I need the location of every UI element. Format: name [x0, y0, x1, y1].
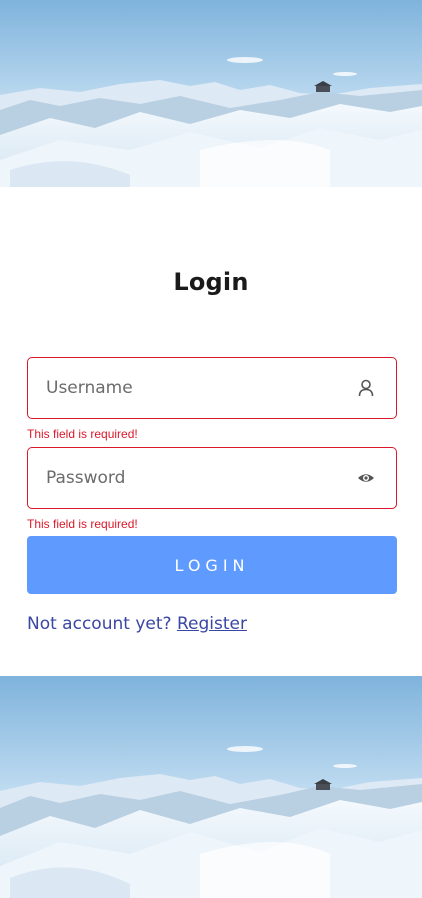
register-prompt: Not account yet? Register	[27, 614, 247, 634]
eye-icon[interactable]	[356, 468, 376, 488]
header-landscape-image	[0, 0, 422, 187]
page-title: Login	[173, 268, 249, 296]
username-field[interactable]	[27, 357, 397, 419]
password-error: This field is required!	[27, 517, 138, 531]
password-input[interactable]	[46, 448, 346, 508]
footer-landscape-image	[0, 676, 422, 898]
username-input[interactable]	[46, 358, 346, 418]
user-icon	[356, 378, 376, 398]
login-button[interactable]: LOGIN	[27, 536, 397, 594]
password-field[interactable]	[27, 447, 397, 509]
username-error: This field is required!	[27, 427, 138, 441]
register-link[interactable]: Register	[177, 614, 247, 634]
register-prompt-text: Not account yet?	[27, 614, 172, 634]
